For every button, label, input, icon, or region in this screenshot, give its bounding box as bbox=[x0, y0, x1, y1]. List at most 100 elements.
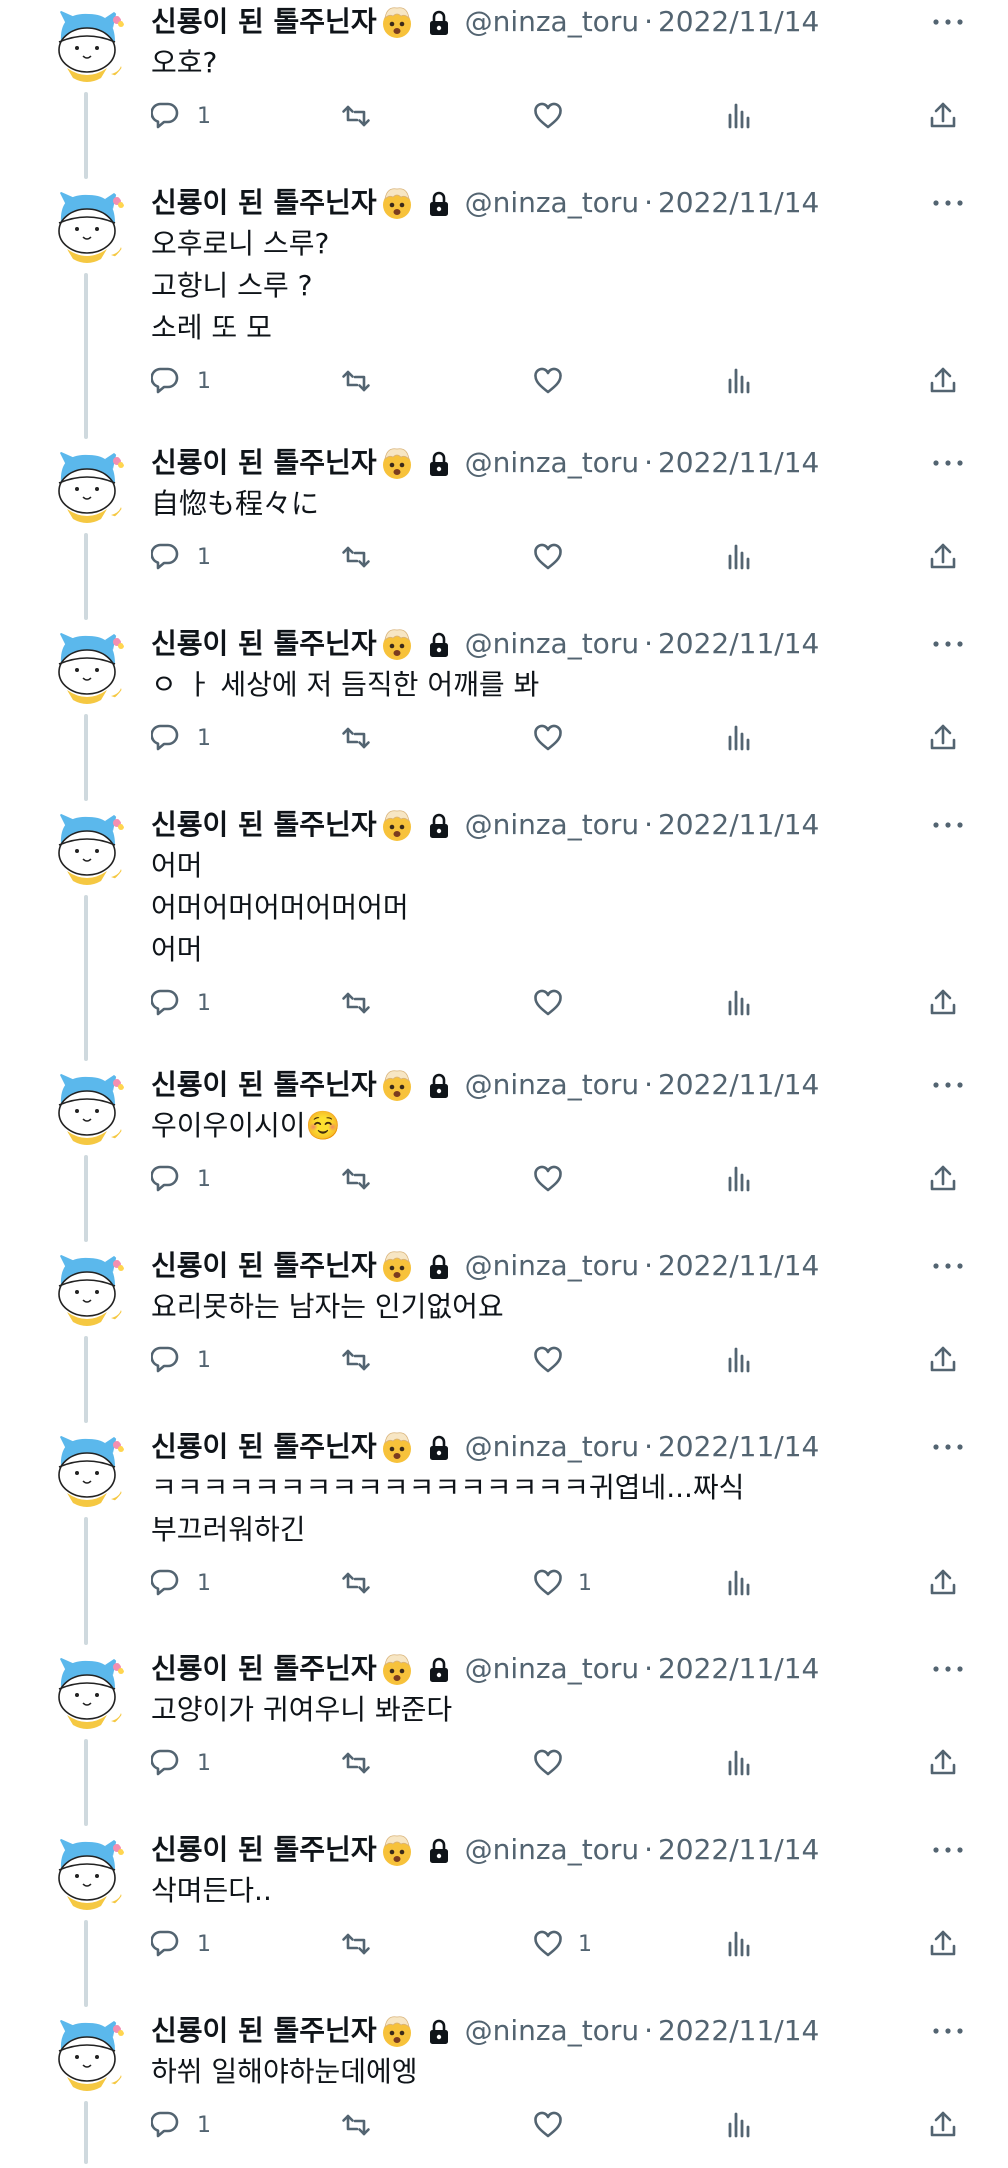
author-handle[interactable]: @ninza_toru bbox=[465, 1065, 640, 1105]
tweet-date[interactable]: 2022/11/14 bbox=[658, 1427, 819, 1467]
views-button[interactable] bbox=[724, 718, 770, 758]
retweet-button[interactable] bbox=[340, 1563, 386, 1603]
display-name[interactable]: 신룡이 된 톨주닌자 bbox=[151, 1830, 377, 1870]
display-name[interactable]: 신룡이 된 톨주닌자 bbox=[151, 805, 377, 845]
views-button[interactable] bbox=[724, 1159, 770, 1199]
retweet-button[interactable] bbox=[340, 983, 386, 1023]
reply-button[interactable]: 1 bbox=[151, 718, 211, 758]
share-button[interactable] bbox=[927, 1159, 959, 1199]
like-button[interactable] bbox=[532, 983, 578, 1023]
display-name[interactable]: 신룡이 된 톨주닌자 bbox=[151, 2, 377, 42]
share-button[interactable] bbox=[927, 718, 959, 758]
retweet-button[interactable] bbox=[340, 537, 386, 577]
share-button[interactable] bbox=[927, 1924, 959, 1964]
reply-button[interactable]: 1 bbox=[151, 96, 211, 136]
like-button[interactable]: 1 bbox=[532, 1563, 592, 1603]
like-button[interactable] bbox=[532, 96, 578, 136]
retweet-button[interactable] bbox=[340, 96, 386, 136]
tweet-date[interactable]: 2022/11/14 bbox=[658, 1065, 819, 1105]
display-name[interactable]: 신룡이 된 톨주닌자 bbox=[151, 1649, 377, 1689]
more-icon[interactable] bbox=[930, 2019, 966, 2043]
retweet-button[interactable] bbox=[340, 1924, 386, 1964]
retweet-button[interactable] bbox=[340, 1159, 386, 1199]
tweet-date[interactable]: 2022/11/14 bbox=[658, 1246, 819, 1286]
reply-button[interactable]: 1 bbox=[151, 1743, 211, 1783]
share-button[interactable] bbox=[927, 361, 959, 401]
tweet-date[interactable]: 2022/11/14 bbox=[658, 2011, 819, 2051]
like-button[interactable] bbox=[532, 537, 578, 577]
avatar[interactable] bbox=[45, 1649, 129, 1733]
avatar[interactable] bbox=[45, 443, 129, 527]
avatar[interactable] bbox=[45, 1427, 129, 1511]
author-handle[interactable]: @ninza_toru bbox=[465, 1830, 640, 1870]
display-name[interactable]: 신룡이 된 톨주닌자 bbox=[151, 1427, 377, 1467]
author-handle[interactable]: @ninza_toru bbox=[465, 1427, 640, 1467]
avatar[interactable] bbox=[45, 2, 129, 86]
reply-button[interactable]: 1 bbox=[151, 2105, 211, 2145]
like-button[interactable] bbox=[532, 2105, 578, 2145]
retweet-button[interactable] bbox=[340, 2105, 386, 2145]
more-icon[interactable] bbox=[930, 1657, 966, 1681]
tweet-date[interactable]: 2022/11/14 bbox=[658, 805, 819, 845]
display-name[interactable]: 신룡이 된 톨주닌자 bbox=[151, 1065, 377, 1105]
views-button[interactable] bbox=[724, 537, 770, 577]
retweet-button[interactable] bbox=[340, 718, 386, 758]
views-button[interactable] bbox=[724, 361, 770, 401]
views-button[interactable] bbox=[724, 1743, 770, 1783]
avatar[interactable] bbox=[45, 1065, 129, 1149]
author-handle[interactable]: @ninza_toru bbox=[465, 1649, 640, 1689]
tweet-date[interactable]: 2022/11/14 bbox=[658, 1830, 819, 1870]
tweet-date[interactable]: 2022/11/14 bbox=[658, 2, 819, 42]
reply-button[interactable]: 1 bbox=[151, 1563, 211, 1603]
reply-button[interactable]: 1 bbox=[151, 1159, 211, 1199]
retweet-button[interactable] bbox=[340, 361, 386, 401]
more-icon[interactable] bbox=[930, 1073, 966, 1097]
share-button[interactable] bbox=[927, 2105, 959, 2145]
reply-button[interactable]: 1 bbox=[151, 1340, 211, 1380]
tweet-date[interactable]: 2022/11/14 bbox=[658, 183, 819, 223]
author-handle[interactable]: @ninza_toru bbox=[465, 2011, 640, 2051]
more-icon[interactable] bbox=[930, 1254, 966, 1278]
author-handle[interactable]: @ninza_toru bbox=[465, 624, 640, 664]
share-button[interactable] bbox=[927, 1340, 959, 1380]
retweet-button[interactable] bbox=[340, 1743, 386, 1783]
avatar[interactable] bbox=[45, 1830, 129, 1914]
avatar[interactable] bbox=[45, 805, 129, 889]
share-button[interactable] bbox=[927, 1743, 959, 1783]
display-name[interactable]: 신룡이 된 톨주닌자 bbox=[151, 624, 377, 664]
share-button[interactable] bbox=[927, 96, 959, 136]
like-button[interactable] bbox=[532, 718, 578, 758]
avatar[interactable] bbox=[45, 1246, 129, 1330]
like-button[interactable] bbox=[532, 1340, 578, 1380]
more-icon[interactable] bbox=[930, 632, 966, 656]
reply-button[interactable]: 1 bbox=[151, 537, 211, 577]
retweet-button[interactable] bbox=[340, 1340, 386, 1380]
author-handle[interactable]: @ninza_toru bbox=[465, 2, 640, 42]
more-icon[interactable] bbox=[930, 1838, 966, 1862]
author-handle[interactable]: @ninza_toru bbox=[465, 1246, 640, 1286]
reply-button[interactable]: 1 bbox=[151, 1924, 211, 1964]
more-icon[interactable] bbox=[930, 451, 966, 475]
like-button[interactable]: 1 bbox=[532, 1924, 592, 1964]
views-button[interactable] bbox=[724, 2105, 770, 2145]
reply-button[interactable]: 1 bbox=[151, 361, 211, 401]
more-icon[interactable] bbox=[930, 1435, 966, 1459]
views-button[interactable] bbox=[724, 1924, 770, 1964]
more-icon[interactable] bbox=[930, 813, 966, 837]
tweet-date[interactable]: 2022/11/14 bbox=[658, 624, 819, 664]
reply-button[interactable]: 1 bbox=[151, 983, 211, 1023]
avatar[interactable] bbox=[45, 624, 129, 708]
author-handle[interactable]: @ninza_toru bbox=[465, 183, 640, 223]
author-handle[interactable]: @ninza_toru bbox=[465, 443, 640, 483]
like-button[interactable] bbox=[532, 1743, 578, 1783]
display-name[interactable]: 신룡이 된 톨주닌자 bbox=[151, 183, 377, 223]
share-button[interactable] bbox=[927, 1563, 959, 1603]
avatar[interactable] bbox=[45, 2011, 129, 2095]
more-icon[interactable] bbox=[930, 191, 966, 215]
share-button[interactable] bbox=[927, 983, 959, 1023]
tweet-date[interactable]: 2022/11/14 bbox=[658, 1649, 819, 1689]
views-button[interactable] bbox=[724, 1563, 770, 1603]
views-button[interactable] bbox=[724, 1340, 770, 1380]
views-button[interactable] bbox=[724, 983, 770, 1023]
display-name[interactable]: 신룡이 된 톨주닌자 bbox=[151, 2011, 377, 2051]
